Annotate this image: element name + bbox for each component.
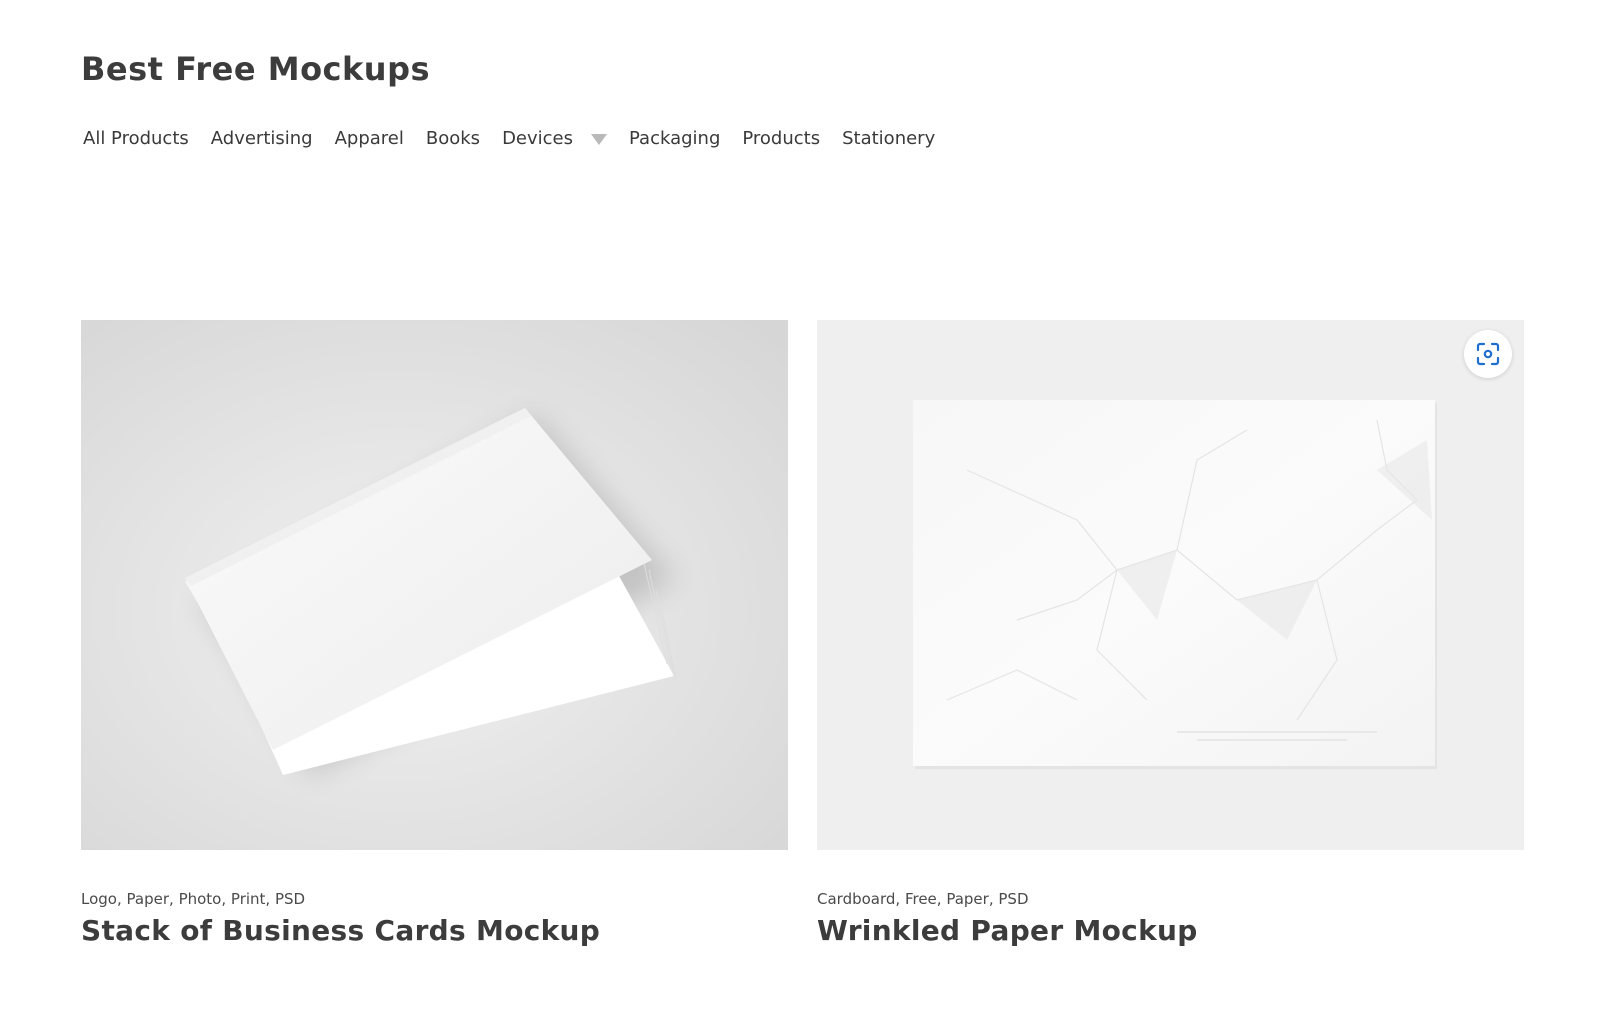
nav-item-label[interactable]: Stationery <box>842 128 935 149</box>
site-title[interactable]: Best Free Mockups <box>81 50 430 88</box>
product-card: Cardboard, Free, Paper, PSD Wrinkled Pap… <box>817 320 1524 947</box>
nav-item-label[interactable]: Books <box>426 128 480 149</box>
tag-link[interactable]: PSD <box>275 890 305 908</box>
nav-item-label[interactable]: Packaging <box>629 128 720 149</box>
nav-item-label[interactable]: All Products <box>83 128 189 149</box>
nav-item-label[interactable]: Devices <box>502 128 573 149</box>
tag-link[interactable]: Cardboard <box>817 890 895 908</box>
business-cards-stack-icon <box>81 320 788 850</box>
product-title[interactable]: Stack of Business Cards Mockup <box>81 914 788 947</box>
nav-item-label[interactable]: Advertising <box>211 128 313 149</box>
tag-link[interactable]: Print <box>231 890 266 908</box>
product-tags: Logo, Paper, Photo, Print, PSD <box>81 890 306 908</box>
nav-item-products[interactable]: Products <box>742 128 820 149</box>
visual-search-icon <box>1476 342 1500 366</box>
nav-item-advertising[interactable]: Advertising <box>211 128 313 149</box>
product-thumbnail[interactable] <box>81 320 788 850</box>
tag-link[interactable]: Logo <box>81 890 117 908</box>
nav-item-packaging[interactable]: Packaging <box>629 128 720 149</box>
tag-link[interactable]: Paper <box>127 890 169 908</box>
product-thumbnail[interactable] <box>817 320 1524 850</box>
nav-item-devices[interactable]: Devices <box>502 128 607 149</box>
product-title[interactable]: Wrinkled Paper Mockup <box>817 914 1524 947</box>
tag-link[interactable]: Paper <box>946 890 988 908</box>
visual-search-button[interactable] <box>1464 330 1512 378</box>
tag-link[interactable]: PSD <box>998 890 1028 908</box>
tag-link[interactable]: Free <box>905 890 937 908</box>
nav-item-apparel[interactable]: Apparel <box>335 128 404 149</box>
caret-down-icon[interactable] <box>591 134 607 145</box>
product-tags: Cardboard, Free, Paper, PSD <box>817 890 1029 908</box>
nav-item-all-products[interactable]: All Products <box>83 128 189 149</box>
wrinkled-paper-sheet-icon <box>817 320 1524 850</box>
tag-link[interactable]: Photo <box>179 890 222 908</box>
nav-item-books[interactable]: Books <box>426 128 480 149</box>
product-card: Logo, Paper, Photo, Print, PSD Stack of … <box>81 320 788 947</box>
category-nav: All Products Advertising Apparel Books D… <box>83 128 957 149</box>
nav-item-label[interactable]: Apparel <box>335 128 404 149</box>
nav-item-stationery[interactable]: Stationery <box>842 128 935 149</box>
nav-item-label[interactable]: Products <box>742 128 820 149</box>
